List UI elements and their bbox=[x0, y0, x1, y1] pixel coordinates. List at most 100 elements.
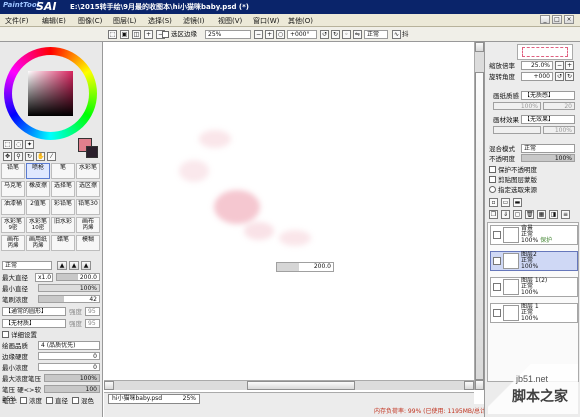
tool-bucket[interactable]: 油漆桶 bbox=[1, 199, 25, 215]
eyedropper-icon[interactable]: ⁄ bbox=[47, 152, 56, 161]
selection-edge-checkbox[interactable] bbox=[162, 31, 169, 38]
hand-icon[interactable]: ✋ bbox=[36, 152, 45, 161]
nav-rotate-left-icon[interactable]: ↺ bbox=[555, 72, 564, 81]
show-selection-icon[interactable]: ◫ bbox=[132, 30, 141, 39]
lasso-icon[interactable]: ◌ bbox=[14, 140, 23, 149]
tool-binary-pen[interactable]: 2值笔 bbox=[26, 199, 50, 215]
rotate-tool-icon[interactable]: ↻ bbox=[25, 152, 34, 161]
nav-rotate-value[interactable]: +000 bbox=[521, 72, 553, 81]
tool-canvas-acrylic[interactable]: 画布 丙烯 bbox=[76, 217, 100, 233]
tool-crayon[interactable]: 蜡笔 bbox=[51, 235, 75, 251]
nav-zoom-minus-icon[interactable]: − bbox=[555, 61, 564, 70]
paper-texture-scale-slider[interactable]: 100% bbox=[493, 102, 541, 110]
saturation-value-square[interactable] bbox=[28, 71, 73, 116]
layer-visibility-toggle[interactable] bbox=[493, 257, 501, 265]
paper-effect-select[interactable]: 【无效果】 bbox=[521, 115, 575, 124]
paper-effect-strength-slider[interactable]: 100% bbox=[543, 126, 575, 134]
scroll-up-icon[interactable] bbox=[475, 42, 484, 52]
brush-shape-2-icon[interactable]: ▲ bbox=[69, 261, 79, 270]
drawing-canvas[interactable]: 200.0 bbox=[104, 42, 474, 377]
close-icon[interactable]: × bbox=[564, 15, 574, 24]
zoom-tool-icon[interactable]: ⚲ bbox=[14, 152, 23, 161]
tool-watercolor[interactable]: 水彩笔 bbox=[76, 163, 100, 179]
move-icon[interactable]: ✥ bbox=[3, 152, 12, 161]
tool-pencil30[interactable]: 铅笔30 bbox=[76, 199, 100, 215]
brush-shape-1-icon[interactable]: ▲ bbox=[57, 261, 67, 270]
pressure-mix-checkbox[interactable] bbox=[72, 397, 79, 404]
new-layer-icon[interactable]: ▫ bbox=[489, 198, 498, 207]
paper-effect-slider[interactable] bbox=[493, 126, 541, 134]
layer-opacity-slider[interactable]: 100% bbox=[521, 154, 575, 162]
invert-selection-icon[interactable]: ▣ bbox=[120, 30, 129, 39]
new-layer-set-icon[interactable]: ▭ bbox=[501, 198, 510, 207]
pressure-hardness-slider[interactable]: 100 bbox=[44, 385, 100, 393]
scroll-thumb[interactable] bbox=[247, 381, 355, 390]
mode-select[interactable]: 正常 bbox=[364, 30, 388, 39]
tool-watercolor-10[interactable]: 水彩笔 10密 bbox=[26, 217, 50, 233]
menu-other[interactable]: 其他(O) bbox=[288, 16, 313, 26]
tool-select-eraser[interactable]: 选区擦 bbox=[76, 181, 100, 197]
nav-zoom-plus-icon[interactable]: + bbox=[565, 61, 574, 70]
deselect-icon[interactable]: ⬚ bbox=[108, 30, 117, 39]
menu-layer[interactable]: 图层(L) bbox=[113, 16, 136, 26]
clear-layer-icon[interactable]: ▢ bbox=[513, 210, 522, 219]
background-color-swatch[interactable] bbox=[86, 146, 98, 158]
layer-visibility-toggle[interactable] bbox=[493, 309, 501, 317]
zoom-minus-icon[interactable]: − bbox=[254, 30, 263, 39]
selection-source-radio[interactable] bbox=[489, 186, 496, 193]
brush-blend-mode-select[interactable]: 正常 bbox=[2, 261, 52, 270]
tool-old-watercolor[interactable]: 旧水彩 bbox=[51, 217, 75, 233]
minimize-icon[interactable]: _ bbox=[540, 15, 550, 24]
stabilizer-icon[interactable]: ∿ bbox=[392, 30, 401, 39]
rotate-reset-icon[interactable]: ◦ bbox=[342, 30, 351, 39]
tool-color-pencil[interactable]: 彩铅笔 bbox=[51, 199, 75, 215]
tool-blur[interactable]: 模糊 bbox=[76, 235, 100, 251]
menu-canvas[interactable]: 图像(C) bbox=[78, 16, 102, 26]
brush-shape-3-icon[interactable]: ▲ bbox=[81, 261, 91, 270]
merge-down-icon[interactable]: ⇓ bbox=[501, 210, 510, 219]
max-size-multiplier[interactable]: x1.0 bbox=[35, 273, 53, 282]
menu-view[interactable]: 视图(V) bbox=[218, 16, 242, 26]
delete-layer-icon[interactable]: 🗑 bbox=[525, 210, 534, 219]
layer-item-layer1-copy[interactable]: 图层 1(2) 正常 100% bbox=[490, 277, 578, 297]
paper-texture-strength-slider[interactable]: 20 bbox=[543, 102, 575, 110]
rotate-right-icon[interactable]: ↻ bbox=[331, 30, 340, 39]
magic-wand-icon[interactable]: ✦ bbox=[25, 140, 34, 149]
copy-layer-icon[interactable]: ❐ bbox=[489, 210, 498, 219]
flip-icon[interactable]: ⇋ bbox=[353, 30, 362, 39]
menu-file[interactable]: 文件(F) bbox=[5, 16, 29, 26]
nav-zoom-value[interactable]: 25.0% bbox=[521, 61, 553, 70]
detail-settings-checkbox[interactable] bbox=[2, 331, 9, 338]
layer-visibility-toggle[interactable] bbox=[493, 283, 501, 291]
apply-mask-icon[interactable]: ▦ bbox=[537, 210, 546, 219]
layer-item-layer1[interactable]: 图层 1 正常 100% bbox=[490, 303, 578, 323]
clip-mask-checkbox[interactable] bbox=[489, 176, 496, 183]
rotation-select[interactable]: +000° bbox=[287, 30, 317, 39]
menu-window[interactable]: 窗口(W) bbox=[253, 16, 279, 26]
brush-texture-select[interactable]: 【无材质】 bbox=[2, 319, 66, 328]
layer-visibility-toggle[interactable] bbox=[493, 231, 501, 239]
paper-texture-select[interactable]: 【无质感】 bbox=[521, 91, 575, 100]
tool-airbrush[interactable]: 喷枪 bbox=[26, 163, 50, 179]
tool-watercolor-9[interactable]: 水彩笔 9密 bbox=[1, 217, 25, 233]
shape-strength-value[interactable]: 95 bbox=[85, 307, 100, 316]
tool-marker[interactable]: 马克笔 bbox=[1, 181, 25, 197]
scroll-left-icon[interactable] bbox=[104, 381, 114, 390]
max-pressure-slider[interactable]: 100% bbox=[44, 374, 100, 382]
menu-edit[interactable]: 编辑(E) bbox=[42, 16, 66, 26]
horizontal-scrollbar[interactable] bbox=[104, 380, 474, 390]
file-tab[interactable]: hi小猫咪baby.psd 25% bbox=[108, 394, 200, 404]
zoom-select[interactable]: 25% bbox=[205, 30, 251, 39]
rotate-left-icon[interactable]: ↺ bbox=[320, 30, 329, 39]
zoom-in-icon[interactable]: + bbox=[144, 30, 153, 39]
zoom-reset-icon[interactable]: ○ bbox=[276, 30, 285, 39]
brush-shape-select[interactable]: 【通常的圆形】 bbox=[2, 307, 66, 316]
menu-filter[interactable]: 滤镜(I) bbox=[183, 16, 205, 26]
quality-select[interactable]: 4 (品质优先) bbox=[38, 341, 100, 350]
min-size-slider[interactable]: 100% bbox=[38, 284, 100, 292]
restore-icon[interactable]: □ bbox=[552, 15, 562, 24]
zoom-plus-icon[interactable]: + bbox=[265, 30, 274, 39]
tool-pencil[interactable]: 铅笔 bbox=[1, 163, 25, 179]
edge-hardness-slider[interactable]: 0 bbox=[38, 352, 100, 360]
max-size-slider[interactable]: 200.0 bbox=[56, 273, 100, 281]
